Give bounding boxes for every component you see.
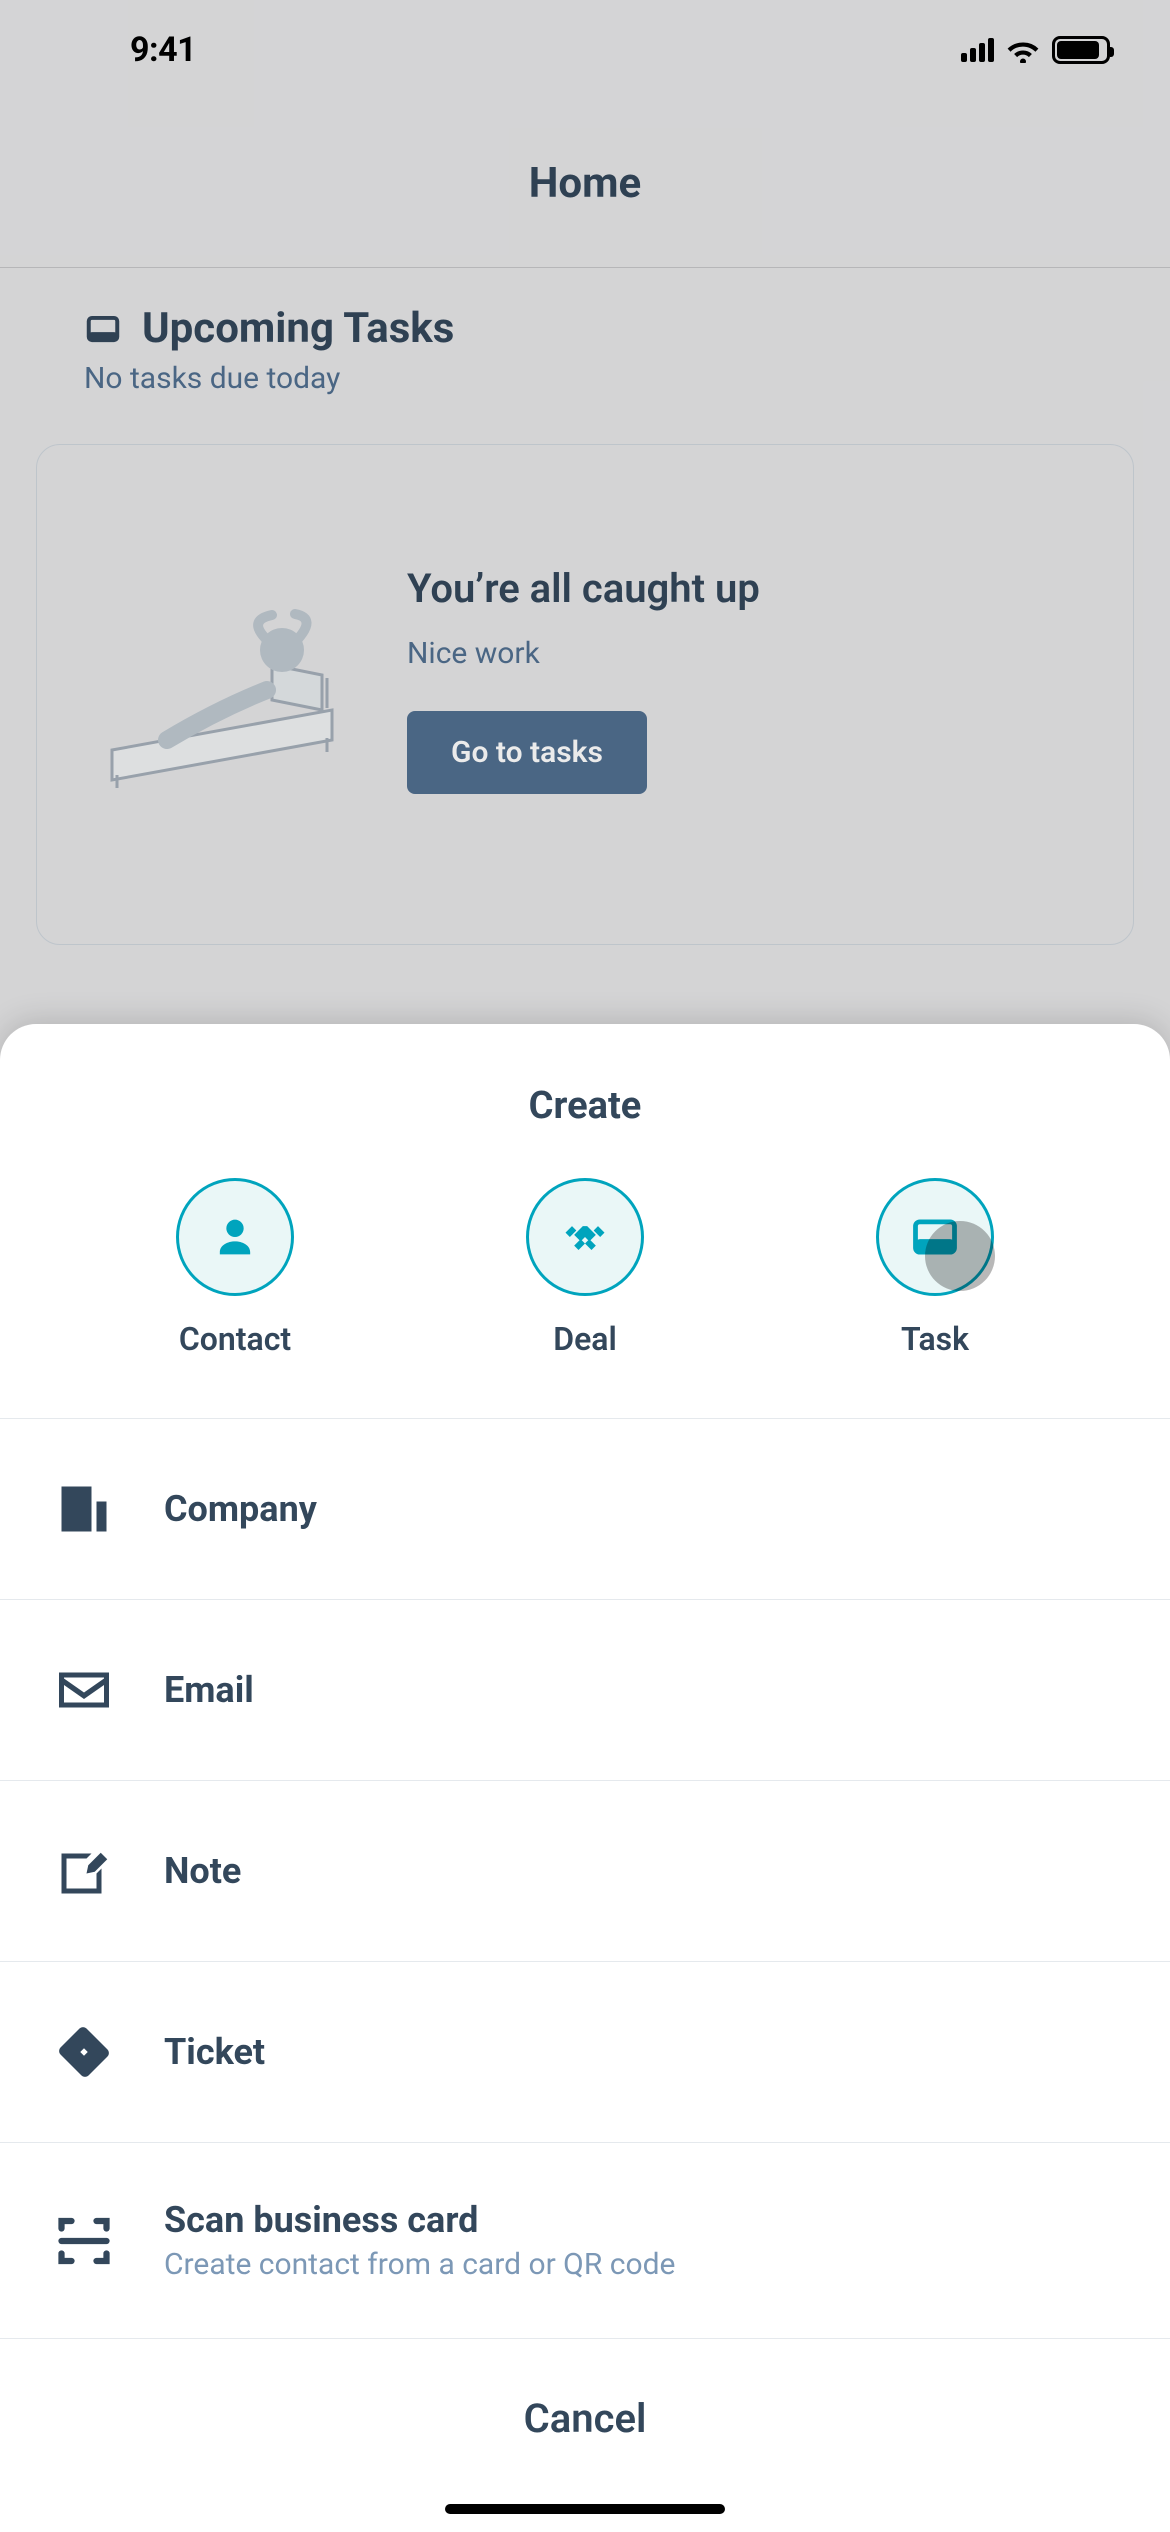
- battery-icon: [1052, 36, 1110, 64]
- create-task-button[interactable]: Task: [876, 1178, 994, 1358]
- create-note-button[interactable]: Note: [0, 1781, 1170, 1962]
- empty-state-title: You’re all caught up: [407, 565, 1073, 612]
- upcoming-tasks-subtitle: No tasks due today: [84, 361, 1134, 396]
- upcoming-tasks-header: Upcoming Tasks: [84, 304, 1134, 353]
- create-ticket-label: Ticket: [164, 2031, 265, 2073]
- status-bar: 9:41: [0, 0, 1170, 100]
- wifi-icon: [1006, 37, 1040, 63]
- upcoming-tasks-title: Upcoming Tasks: [142, 304, 454, 353]
- empty-state-subtitle: Nice work: [407, 636, 1073, 671]
- create-email-button[interactable]: Email: [0, 1600, 1170, 1781]
- ticket-icon: [50, 2018, 118, 2086]
- tasks-icon: [84, 310, 122, 348]
- cancel-button[interactable]: Cancel: [0, 2339, 1170, 2472]
- main-content: Upcoming Tasks No tasks due today: [0, 268, 1170, 945]
- status-time: 9:41: [130, 30, 196, 70]
- create-list: Company Email Note Ticket Scan: [0, 1419, 1170, 2339]
- create-company-label: Company: [164, 1488, 317, 1530]
- handshake-icon: [559, 1211, 611, 1263]
- scan-business-card-subtitle: Create contact from a card or QR code: [164, 2247, 675, 2282]
- create-deal-label: Deal: [553, 1320, 617, 1358]
- create-contact-label: Contact: [179, 1320, 291, 1358]
- person-icon: [209, 1211, 261, 1263]
- cellular-icon: [961, 38, 994, 62]
- cancel-label: Cancel: [524, 2395, 647, 2442]
- create-task-label: Task: [901, 1320, 969, 1358]
- create-ticket-button[interactable]: Ticket: [0, 1962, 1170, 2143]
- scan-icon: [50, 2207, 118, 2275]
- relaxing-person-illustration: [97, 570, 347, 790]
- create-note-label: Note: [164, 1850, 241, 1892]
- page-title: Home: [529, 159, 641, 208]
- scan-business-card-label: Scan business card: [164, 2199, 675, 2241]
- empty-state-card: You’re all caught up Nice work Go to tas…: [36, 444, 1134, 945]
- touch-indicator: [925, 1221, 995, 1291]
- note-icon: [50, 1837, 118, 1905]
- scan-business-card-button[interactable]: Scan business card Create contact from a…: [0, 2143, 1170, 2339]
- create-email-label: Email: [164, 1669, 254, 1711]
- page-header: Home: [0, 100, 1170, 268]
- create-quick-row: Contact Deal Task: [0, 1178, 1170, 1419]
- create-deal-button[interactable]: Deal: [526, 1178, 644, 1358]
- create-sheet: Create Contact Deal: [0, 1024, 1170, 2532]
- company-icon: [50, 1475, 118, 1543]
- create-sheet-title: Create: [0, 1024, 1170, 1178]
- email-icon: [50, 1656, 118, 1724]
- go-to-tasks-button[interactable]: Go to tasks: [407, 711, 647, 794]
- status-icons: [961, 36, 1110, 64]
- home-indicator[interactable]: [445, 2504, 725, 2514]
- create-contact-button[interactable]: Contact: [176, 1178, 294, 1358]
- create-company-button[interactable]: Company: [0, 1419, 1170, 1600]
